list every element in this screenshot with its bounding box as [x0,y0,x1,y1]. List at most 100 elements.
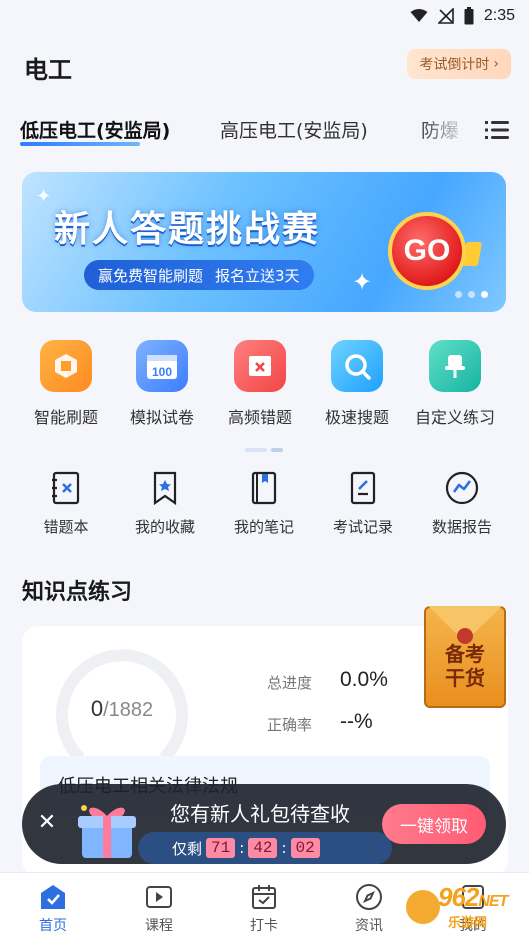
tool-row: 错题本 我的收藏 我的笔记 考试记录 数据报告 [0,470,529,542]
tool-exam-record[interactable]: 考试记录 [313,470,413,537]
frequent-mistakes-icon [234,340,286,392]
tool-label: 数据报告 [431,518,492,536]
feature-label: 自定义练习 [414,408,495,427]
site-watermark: 962NET 乐游网 [398,880,528,940]
gift-title: 您有新人礼包待查收 [170,802,350,826]
page-title: 电工 [24,56,72,84]
exam-countdown-button[interactable]: 考试倒计时 › [407,49,511,79]
sparkle-icon: ✦ [352,268,373,296]
pager-dot-active [481,291,488,298]
active-tab-indicator [20,142,140,146]
feature-mock-exam[interactable]: 100 模拟试卷 [112,340,212,428]
feature-page-indicator [245,448,283,452]
promo-banner[interactable]: ✦ ✦ 新人答题挑战赛 赢免费智能刷题 报名立送3天 GO [22,172,506,312]
feature-frequent-mistakes[interactable]: 高频错题 [210,340,310,428]
claim-gift-button[interactable]: 一键领取 [382,804,486,844]
accuracy-value: --% [340,710,373,733]
tool-notes[interactable]: 我的笔记 [214,470,314,537]
fast-search-icon [331,340,383,392]
nav-label: 课程 [145,918,173,934]
watermark-logo-icon [406,890,440,924]
home-icon [39,883,67,911]
feature-smart-practice[interactable]: 智能刷题 [16,340,116,428]
banner-subtitle: 赢免费智能刷题 报名立送3天 [84,260,314,290]
study-materials-envelope[interactable]: 备考 干货 [424,606,506,710]
page-indicator-bar-active [271,448,283,452]
mock-exam-icon: 100 [136,340,188,392]
sparkle-icon: ✦ [36,186,52,207]
nav-home[interactable]: 首页 [18,883,88,935]
gift-countdown: 仅剩 71 : 42 : 02 [138,832,392,864]
feature-custom-practice[interactable]: 自定义练习 [405,340,505,428]
chevron-right-icon: › [493,56,499,72]
tool-favorites[interactable]: 我的收藏 [115,470,215,537]
remaining-label: 仅剩 [172,839,203,858]
progress-total: /1882 [103,699,154,721]
gift-box-icon [74,798,140,860]
nav-checkin[interactable]: 打卡 [229,883,299,935]
progress-value: 0.0% [340,668,388,691]
custom-practice-icon [429,340,481,392]
knowledge-section-title: 知识点练习 [22,580,133,605]
tab-fade [419,112,469,152]
go-button[interactable]: GO [388,212,466,290]
accuracy-label: 正确率 [267,716,313,734]
watermark-brand: 962NET [438,882,508,912]
timer-hours: 71 [206,838,236,858]
tab-low-voltage[interactable]: 低压电工(安监局) [20,116,170,143]
news-icon [355,883,383,911]
nav-label: 首页 [39,918,67,934]
close-icon[interactable]: ✕ [36,812,58,834]
new-user-gift-popup: ✕ 您有新人礼包待查收 仅剩 71 : 42 : 02 一键领取 [22,784,506,864]
smart-practice-icon [40,340,92,392]
tool-mistake-book[interactable]: 错题本 [16,470,116,537]
battery-icon [464,7,474,25]
progress-done: 0 [90,696,104,721]
countdown-label: 考试倒计时 [419,57,490,73]
status-bar: 2:35 [0,0,529,32]
favorites-icon [147,470,183,506]
tool-label: 我的笔记 [233,518,294,536]
envelope-text: 备考 干货 [424,642,506,690]
timer-minutes: 42 [248,838,278,858]
tab-high-voltage[interactable]: 高压电工(安监局) [220,116,368,143]
feature-label: 模拟试卷 [129,408,194,427]
feature-label: 智能刷题 [33,408,98,427]
category-menu-icon[interactable] [485,120,509,140]
exam-record-icon [345,470,381,506]
clock: 2:35 [483,7,515,24]
envelope-line-2: 干货 [445,666,485,690]
signal-icon [437,8,454,24]
nav-label: 资讯 [355,918,383,934]
banner-pager [455,291,488,298]
nav-news[interactable]: 资讯 [334,883,404,935]
banner-subtitle-a: 赢免费智能刷题 [98,266,204,285]
banner-title: 新人答题挑战赛 [54,209,321,250]
envelope-line-1: 备考 [445,642,485,666]
tool-label: 错题本 [43,518,89,536]
wifi-icon [410,9,428,23]
banner-subtitle-b: 报名立送3天 [215,266,300,285]
progress-label: 总进度 [267,674,313,692]
nav-course[interactable]: 课程 [124,883,194,935]
feature-grid: 智能刷题 100 模拟试卷 高频错题 极速搜题 自定义练习 [0,340,529,440]
notes-icon [246,470,282,506]
tool-label: 考试记录 [332,518,393,536]
course-icon [145,883,173,911]
svg-text:100: 100 [152,365,172,379]
category-tabs: 低压电工(安监局) 高压电工(安监局) 防爆 [0,112,529,158]
pager-dot [468,291,475,298]
tool-data-report[interactable]: 数据报告 [412,470,512,537]
tool-label: 我的收藏 [134,518,195,536]
timer-separator: : [281,839,287,857]
progress-count: 0/1882 [56,696,188,722]
page-indicator-bar [245,448,267,452]
checkin-icon [250,883,278,911]
app-header: 电工 考试倒计时 › [0,44,529,86]
feature-label: 高频错题 [227,408,292,427]
timer-separator: : [239,839,245,857]
timer-seconds: 02 [290,838,320,858]
data-report-icon [444,470,480,506]
feature-fast-search[interactable]: 极速搜题 [307,340,407,428]
feature-label: 极速搜题 [324,408,389,427]
